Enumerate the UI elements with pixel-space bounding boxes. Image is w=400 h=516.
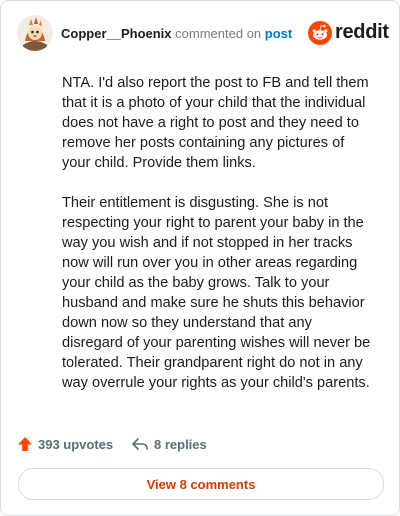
comment-header: Copper__Phoenix commented on post reddit [17, 15, 389, 55]
comment-paragraph-1: NTA. I'd also report the post to FB and … [62, 75, 369, 171]
comment-paragraph-2: Their entitlement is disgusting. She is … [62, 195, 371, 391]
comment-card: Copper__Phoenix commented on post reddit… [0, 0, 400, 516]
upvotes-count: 393 upvotes [38, 436, 114, 452]
upvote-arrow-icon [18, 437, 32, 451]
username-link[interactable]: Copper__Phoenix [61, 26, 172, 41]
phoenix-avatar-icon[interactable] [17, 15, 53, 51]
comment-body: NTA. I'd also report the post to FB and … [62, 73, 372, 413]
replies-count: 8 replies [154, 436, 207, 452]
action-text: commented on [175, 26, 262, 41]
replies-button[interactable]: 8 replies [131, 433, 207, 455]
view-comments-button[interactable]: View 8 comments [18, 468, 384, 500]
reply-icon [132, 438, 148, 450]
upvote-button[interactable]: 393 upvotes [17, 433, 113, 455]
post-link[interactable]: post [265, 26, 292, 41]
reddit-logo-icon [308, 21, 332, 45]
comment-actions: 393 upvotes 8 replies [17, 433, 377, 455]
reddit-brand[interactable]: reddit [308, 21, 389, 45]
reddit-wordmark: reddit [335, 21, 389, 43]
comment-meta: Copper__Phoenix commented on post [61, 26, 292, 42]
